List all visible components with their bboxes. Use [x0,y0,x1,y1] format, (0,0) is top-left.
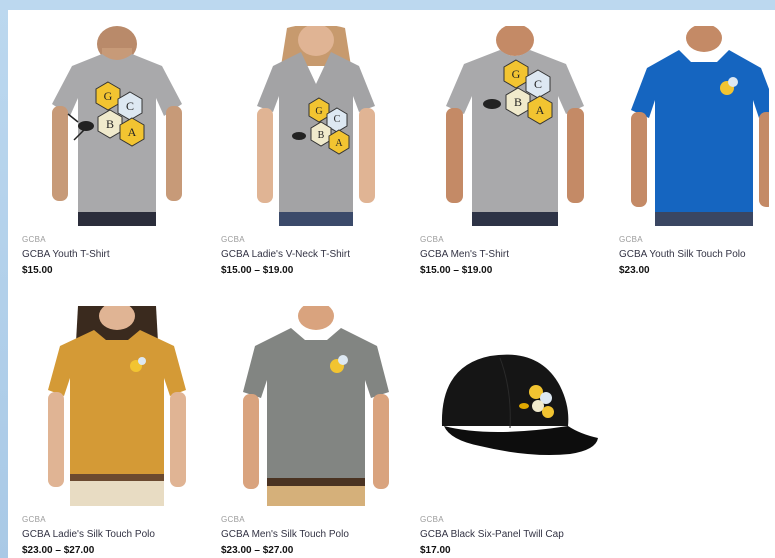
product-card[interactable]: GCBA GCBA Black Six-Panel Twill Cap $17.… [420,306,610,556]
product-price: $23.00 [619,265,650,276]
product-price: $23.00 – $27.00 [221,545,294,556]
product-price: $23.00 – $27.00 [22,545,95,556]
tshirt-image: G C B A [52,26,182,226]
product-brand: GCBA [619,235,643,244]
product-card[interactable]: GCBA GCBA Youth Silk Touch Polo $23.00 [619,26,769,276]
product-brand: GCBA [22,515,46,524]
svg-text:A: A [335,138,343,149]
tshirt-image: G C B A [446,26,584,226]
product-price: $15.00 – $19.00 [221,265,294,276]
polo-image [48,306,186,506]
svg-text:A: A [536,103,545,117]
tshirt-image: G C B A [257,26,375,226]
product-price: $15.00 [22,265,53,276]
product-brand: GCBA [221,235,245,244]
svg-text:A: A [128,125,137,139]
product-card[interactable]: G C B A GCBA GCBA Ladie's V-Neck T-Shirt… [221,26,411,276]
product-card[interactable]: GCBA GCBA Men's Silk Touch Polo $23.00 –… [221,306,411,556]
cap-image [441,354,598,455]
product-title[interactable]: GCBA Ladie's V-Neck T-Shirt [221,249,411,260]
product-card[interactable]: G C B A GCBA GCBA Youth T-Shirt $15.00 [22,26,212,276]
product-brand: GCBA [221,515,245,524]
product-price: $15.00 – $19.00 [420,265,493,276]
svg-text:B: B [318,130,325,141]
product-image-youth-tshirt[interactable]: G C B A [22,26,212,226]
svg-text:B: B [106,117,114,131]
product-title[interactable]: GCBA Black Six-Panel Twill Cap [420,529,610,540]
product-price: $17.00 [420,545,451,556]
product-brand: GCBA [22,235,46,244]
svg-text:C: C [126,99,134,113]
product-title[interactable]: GCBA Men's T-Shirt [420,249,610,260]
product-brand: GCBA [420,235,444,244]
svg-text:G: G [512,67,521,81]
svg-text:C: C [534,77,542,91]
polo-image [631,26,769,226]
svg-text:G: G [104,89,113,103]
product-brand: GCBA [420,515,444,524]
product-title[interactable]: GCBA Ladie's Silk Touch Polo [22,529,212,540]
product-card[interactable]: GCBA GCBA Ladie's Silk Touch Polo $23.00… [22,306,212,556]
product-image-ladies-vneck[interactable]: G C B A [221,26,411,226]
product-image-black-cap[interactable] [420,306,610,506]
product-card[interactable]: G C B A GCBA GCBA Men's T-Shirt $15.00 –… [420,26,610,276]
product-image-youth-polo[interactable] [619,26,769,226]
product-title[interactable]: GCBA Youth T-Shirt [22,249,212,260]
product-grid: G C B A GCBA GCBA Youth T-Shirt $15.00 G… [8,10,775,558]
product-title[interactable]: GCBA Youth Silk Touch Polo [619,249,769,260]
product-image-mens-tshirt[interactable]: G C B A [420,26,610,226]
svg-text:C: C [334,114,341,125]
svg-text:G: G [315,106,322,117]
svg-text:B: B [514,95,522,109]
product-image-mens-polo[interactable] [221,306,411,506]
polo-image [243,306,389,506]
product-image-ladies-polo[interactable] [22,306,212,506]
product-title[interactable]: GCBA Men's Silk Touch Polo [221,529,411,540]
